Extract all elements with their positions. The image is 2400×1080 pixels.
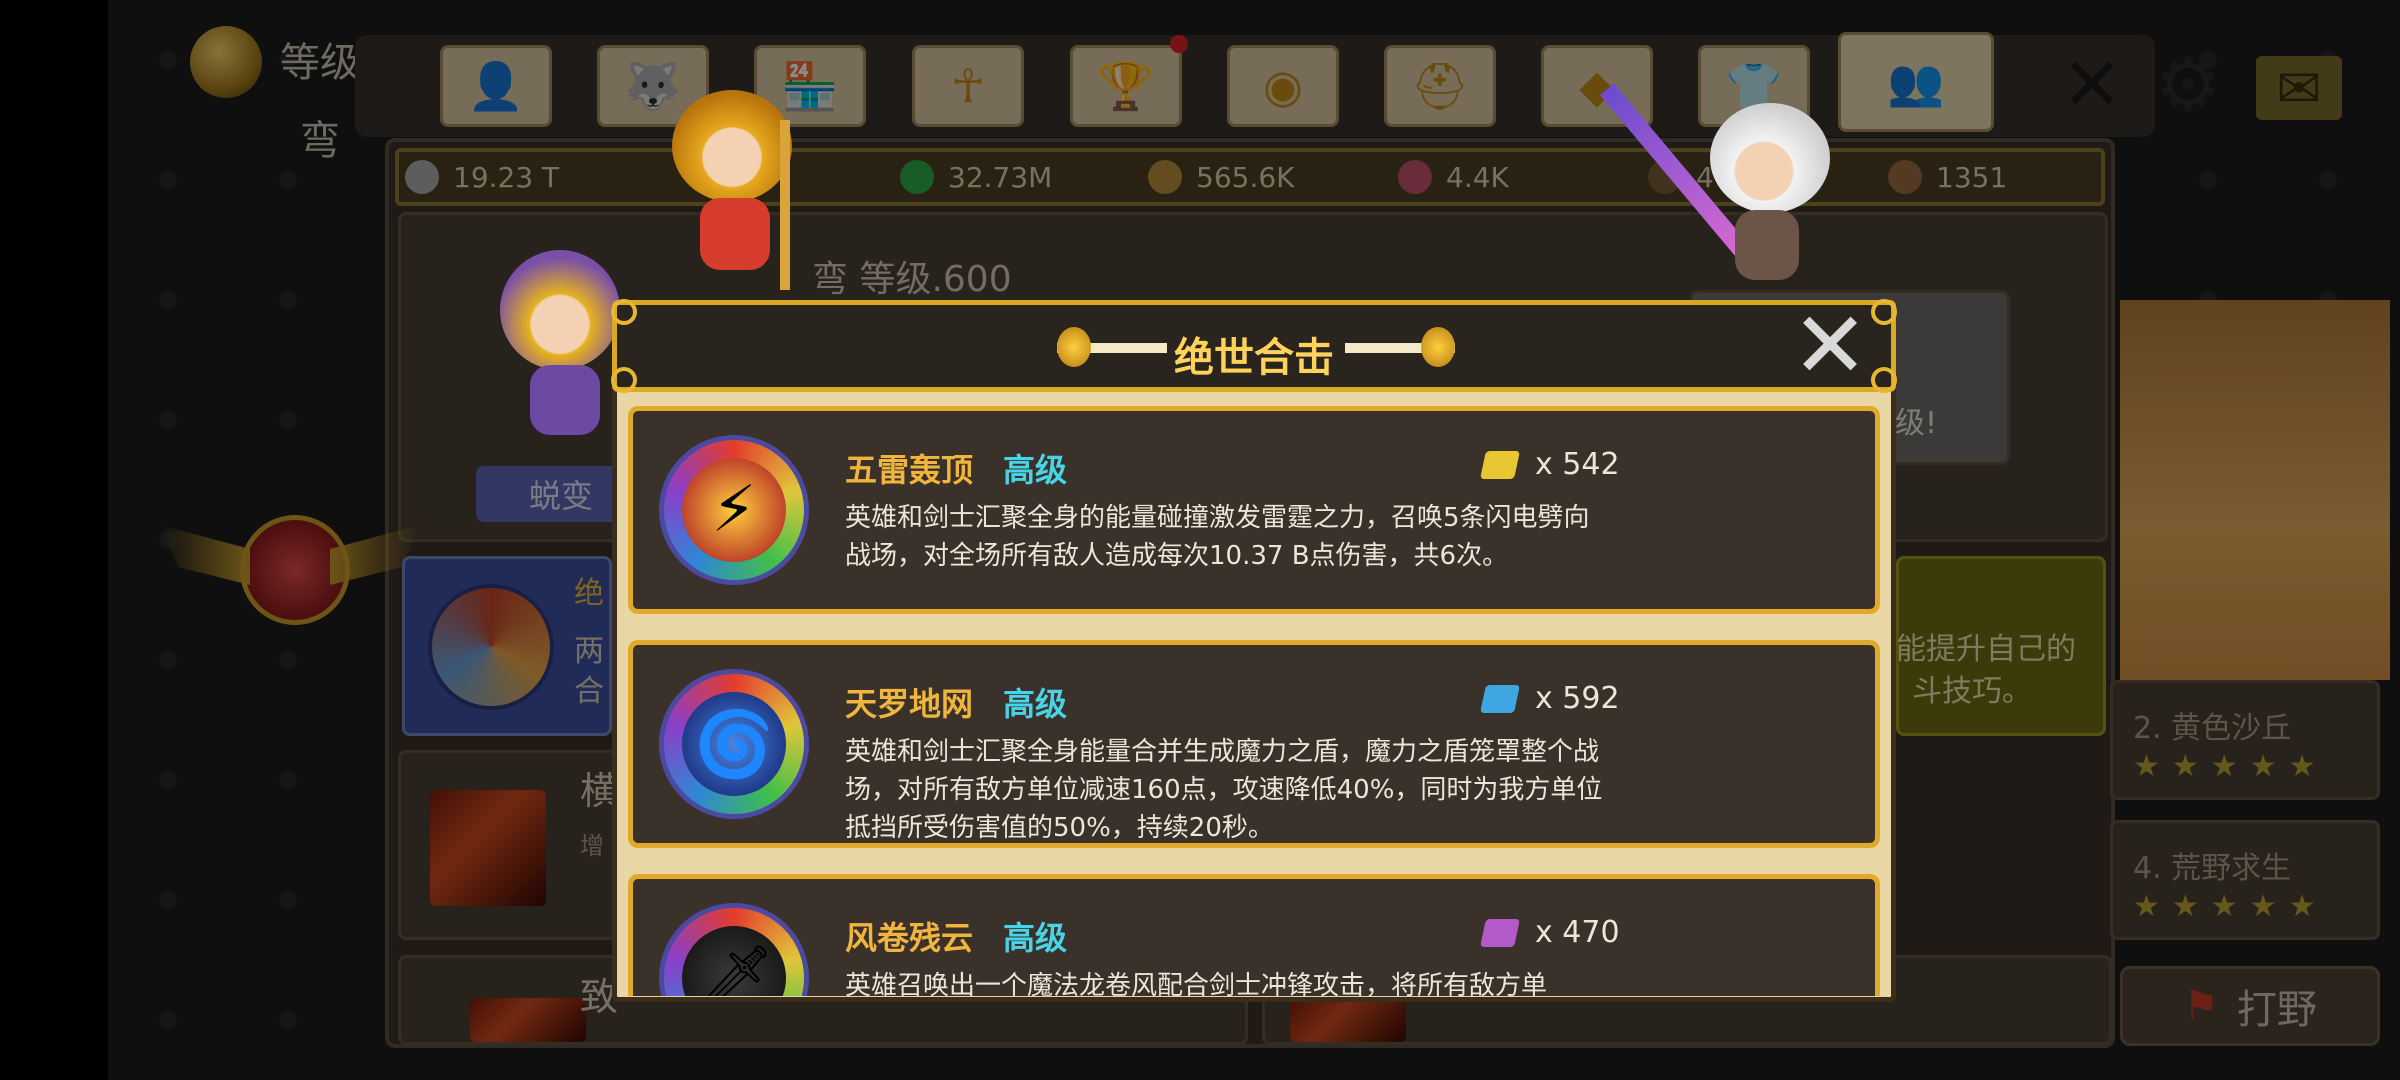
modal-title: 绝世合击 [1174,335,1334,381]
skill-description: 英雄和剑士汇聚全身的能量碰撞激发雷霆之力，召唤5条闪电劈向战场，对全场所有敌人造… [845,503,1590,571]
scroll-icon [1480,684,1520,713]
skill-name: 五雷轰顶 [845,451,974,489]
skill-description: 英雄召唤出一个魔法龙卷风配合剑士冲锋攻击，将所有敌方单 [845,971,1548,996]
scroll-icon [1480,450,1520,479]
shield-vortex-icon: 🌀 [682,692,786,796]
skill-grade: 高级 [1003,919,1068,957]
scroll-count: x 542 [1480,447,1620,482]
scroll-count: x 470 [1480,915,1620,950]
skill-badge: ⚡ [659,435,809,585]
skill-card[interactable]: ⚡ 五雷轰顶 高级 x 542 英雄和剑士汇聚全身的能量碰撞激发雷霆之力，召唤5条闪电劈… [628,406,1880,614]
thunder-sword-icon: ⚡ [682,458,786,562]
skill-grade: 高级 [1003,685,1068,723]
scroll-count: x 592 [1480,681,1620,716]
swordsman-character [1600,83,1850,295]
corner-ornament [611,299,637,325]
scroll-icon [1480,918,1520,947]
skill-badge: 🗡 [659,903,809,996]
skill-description: 英雄和剑士汇聚全身能量合并生成魔力之盾，魔力之盾笼罩整个战场，对所有敌方单位减速… [845,737,1603,843]
sword-ornament-right [1345,327,1495,367]
modal-close-icon[interactable]: ✕ [1791,300,1868,392]
modal-header: 绝世合击 [611,299,1897,393]
skill-grade: 高级 [1003,451,1068,489]
skill-name: 天罗地网 [845,685,974,723]
tornado-sword-icon: 🗡 [682,926,786,996]
skill-card[interactable]: 🌀 天罗地网 高级 x 592 英雄和剑士汇聚全身能量合并生成魔力之盾，魔力之盾笼罩整个… [628,640,1880,848]
skill-list[interactable]: ⚡ 五雷轰顶 高级 x 542 英雄和剑士汇聚全身的能量碰撞激发雷霆之力，召唤5条闪电劈… [620,400,1888,996]
skill-badge: 🌀 [659,669,809,819]
scroll-count-value: x 592 [1535,681,1620,716]
scroll-count-value: x 542 [1535,447,1620,482]
skill-card[interactable]: 🗡 风卷残云 高级 x 470 英雄召唤出一个魔法龙卷风配合剑士冲锋攻击，将所有敌方单 [628,874,1880,996]
corner-ornament [1871,299,1897,325]
skill-name: 风卷残云 [845,919,974,957]
hero-character [650,80,830,290]
scroll-count-value: x 470 [1535,915,1620,950]
